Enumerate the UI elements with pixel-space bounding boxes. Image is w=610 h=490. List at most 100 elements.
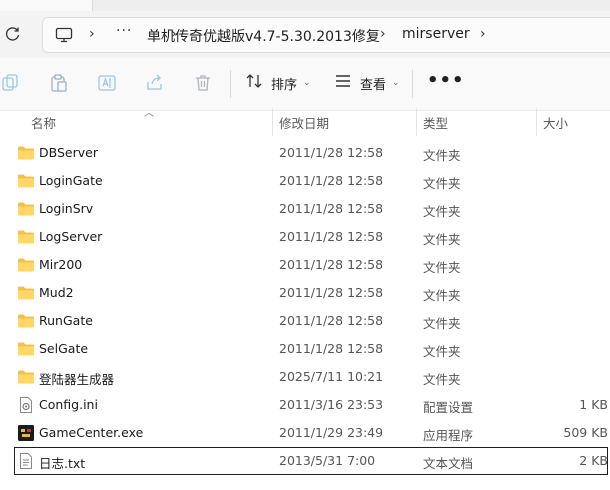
view-button[interactable]: 查看 ⌄: [334, 71, 400, 95]
folder-icon: [17, 340, 35, 358]
file-row[interactable]: GameCenter.exe 2011/1/29 23:49 应用程序 509 KB: [14, 419, 608, 447]
file-row[interactable]: Mir200 2011/1/28 12:58 文件夹: [14, 251, 608, 279]
file-row[interactable]: DBServer 2011/1/28 12:58 文件夹: [14, 139, 608, 167]
paste-icon[interactable]: [49, 73, 69, 93]
file-type: 配置设置: [423, 400, 474, 415]
column-header-type[interactable]: 类型: [423, 113, 448, 132]
file-date: 2025/7/11 10:21: [279, 369, 384, 384]
file-row[interactable]: LogServer 2011/1/28 12:58 文件夹: [14, 223, 608, 251]
file-date: 2011/1/28 12:58: [279, 201, 384, 216]
more-options-button[interactable]: •••: [427, 72, 465, 90]
text-file-icon: [17, 452, 35, 470]
rename-icon[interactable]: [97, 73, 117, 93]
file-date: 2011/1/28 12:58: [279, 341, 384, 356]
column-divider[interactable]: [416, 108, 417, 136]
file-row[interactable]: RunGate 2011/1/28 12:58 文件夹: [14, 307, 608, 335]
file-type: 文本文档: [423, 456, 474, 471]
folder-icon: [17, 172, 35, 190]
chevron-right-icon[interactable]: ›: [89, 27, 99, 41]
file-name[interactable]: LoginGate: [39, 173, 103, 188]
file-type: 文件夹: [423, 344, 461, 359]
sort-ascending-icon: ︿: [144, 108, 154, 119]
file-name[interactable]: Mir200: [39, 257, 82, 272]
file-row[interactable]: 日志.txt 2013/5/31 7:00 文本文档 2 KB: [14, 447, 608, 475]
copy-icon[interactable]: [2, 73, 22, 93]
share-icon[interactable]: [145, 73, 165, 93]
address-area: › ··· › 单机传奇优越版v4.7-5.30.2013修复 › mirser…: [0, 0, 610, 58]
file-type: 文件夹: [423, 288, 461, 303]
folder-icon: [17, 144, 35, 162]
file-row[interactable]: SelGate 2011/1/28 12:58 文件夹: [14, 335, 608, 363]
folder-icon: [17, 368, 35, 386]
folder-icon: [17, 312, 35, 330]
file-type: 文件夹: [423, 260, 461, 275]
this-pc-icon[interactable]: [55, 26, 73, 44]
file-row[interactable]: LoginSrv 2011/1/28 12:58 文件夹: [14, 195, 608, 223]
file-type: 文件夹: [423, 316, 461, 331]
column-divider[interactable]: [536, 108, 537, 136]
toolbar-divider: [412, 70, 413, 98]
app-icon: [17, 424, 35, 442]
chevron-right-icon[interactable]: ›: [480, 27, 490, 41]
breadcrumb-overflow[interactable]: ···: [116, 23, 132, 39]
file-date: 2011/1/28 12:58: [279, 145, 384, 160]
sort-label: 排序: [271, 77, 298, 93]
column-header-name[interactable]: 名称: [31, 113, 56, 132]
breadcrumb-item-current[interactable]: mirserver: [402, 26, 470, 42]
sort-button[interactable]: 排序 ⌄: [245, 71, 311, 95]
file-date: 2011/1/28 12:58: [279, 173, 384, 188]
file-name[interactable]: 登陆器生成器: [39, 369, 114, 388]
file-type: 文件夹: [423, 148, 461, 163]
chevron-right-icon[interactable]: ›: [380, 27, 390, 41]
file-date: 2011/1/28 12:58: [279, 313, 384, 328]
file-type: 应用程序: [423, 428, 474, 443]
file-name[interactable]: LoginSrv: [39, 201, 93, 216]
view-label: 查看: [360, 77, 387, 93]
column-divider[interactable]: [272, 108, 273, 136]
refresh-icon[interactable]: [4, 25, 22, 43]
file-size: 509 KB: [563, 425, 608, 440]
settings-file-icon: [17, 396, 35, 414]
delete-icon[interactable]: [193, 73, 213, 93]
column-header-size[interactable]: 大小: [543, 113, 568, 132]
file-size: 1 KB: [579, 397, 608, 412]
file-row[interactable]: Config.ini 2011/3/16 23:53 配置设置 1 KB: [14, 391, 608, 419]
file-type: 文件夹: [423, 176, 461, 191]
file-name[interactable]: Config.ini: [39, 397, 98, 412]
file-date: 2011/1/28 12:58: [279, 285, 384, 300]
file-name[interactable]: RunGate: [39, 313, 93, 328]
command-bar: 排序 ⌄ 查看 ⌄ •••: [0, 58, 610, 111]
chevron-down-icon: ⌄: [303, 78, 311, 88]
column-header-date[interactable]: 修改日期: [279, 113, 329, 132]
file-name[interactable]: LogServer: [39, 229, 102, 244]
tab-strip: [0, 0, 610, 11]
file-date: 2013/5/31 7:00: [279, 453, 376, 468]
file-date: 2011/1/28 12:58: [279, 229, 384, 244]
file-name[interactable]: SelGate: [39, 341, 88, 356]
file-date: 2011/1/28 12:58: [279, 257, 384, 272]
breadcrumb-item-parent[interactable]: 单机传奇优越版v4.7-5.30.2013修复: [147, 26, 380, 46]
file-size: 2 KB: [579, 453, 608, 468]
file-row[interactable]: LoginGate 2011/1/28 12:58 文件夹: [14, 167, 608, 195]
file-type: 文件夹: [423, 232, 461, 247]
file-date: 2011/1/29 23:49: [279, 425, 384, 440]
file-name[interactable]: DBServer: [39, 145, 98, 160]
toolbar-divider: [230, 70, 231, 98]
address-bar[interactable]: › ··· › 单机传奇优越版v4.7-5.30.2013修复 › mirser…: [42, 17, 610, 53]
folder-icon: [17, 284, 35, 302]
column-header: ︿ 名称 修改日期 类型 大小: [0, 108, 610, 136]
list-view-icon: [334, 72, 352, 94]
folder-icon: [17, 256, 35, 274]
folder-icon: [17, 200, 35, 218]
folder-icon: [17, 228, 35, 246]
sort-icon: [245, 72, 263, 94]
chevron-down-icon: ⌄: [392, 78, 400, 88]
file-name[interactable]: 日志.txt: [39, 453, 85, 472]
file-name[interactable]: GameCenter.exe: [39, 425, 143, 440]
file-row[interactable]: 登陆器生成器 2025/7/11 10:21 文件夹: [14, 363, 608, 391]
tab-edge[interactable]: [0, 0, 93, 11]
file-row[interactable]: Mud2 2011/1/28 12:58 文件夹: [14, 279, 608, 307]
file-type: 文件夹: [423, 372, 461, 387]
file-date: 2011/3/16 23:53: [279, 397, 384, 412]
file-name[interactable]: Mud2: [39, 285, 74, 300]
